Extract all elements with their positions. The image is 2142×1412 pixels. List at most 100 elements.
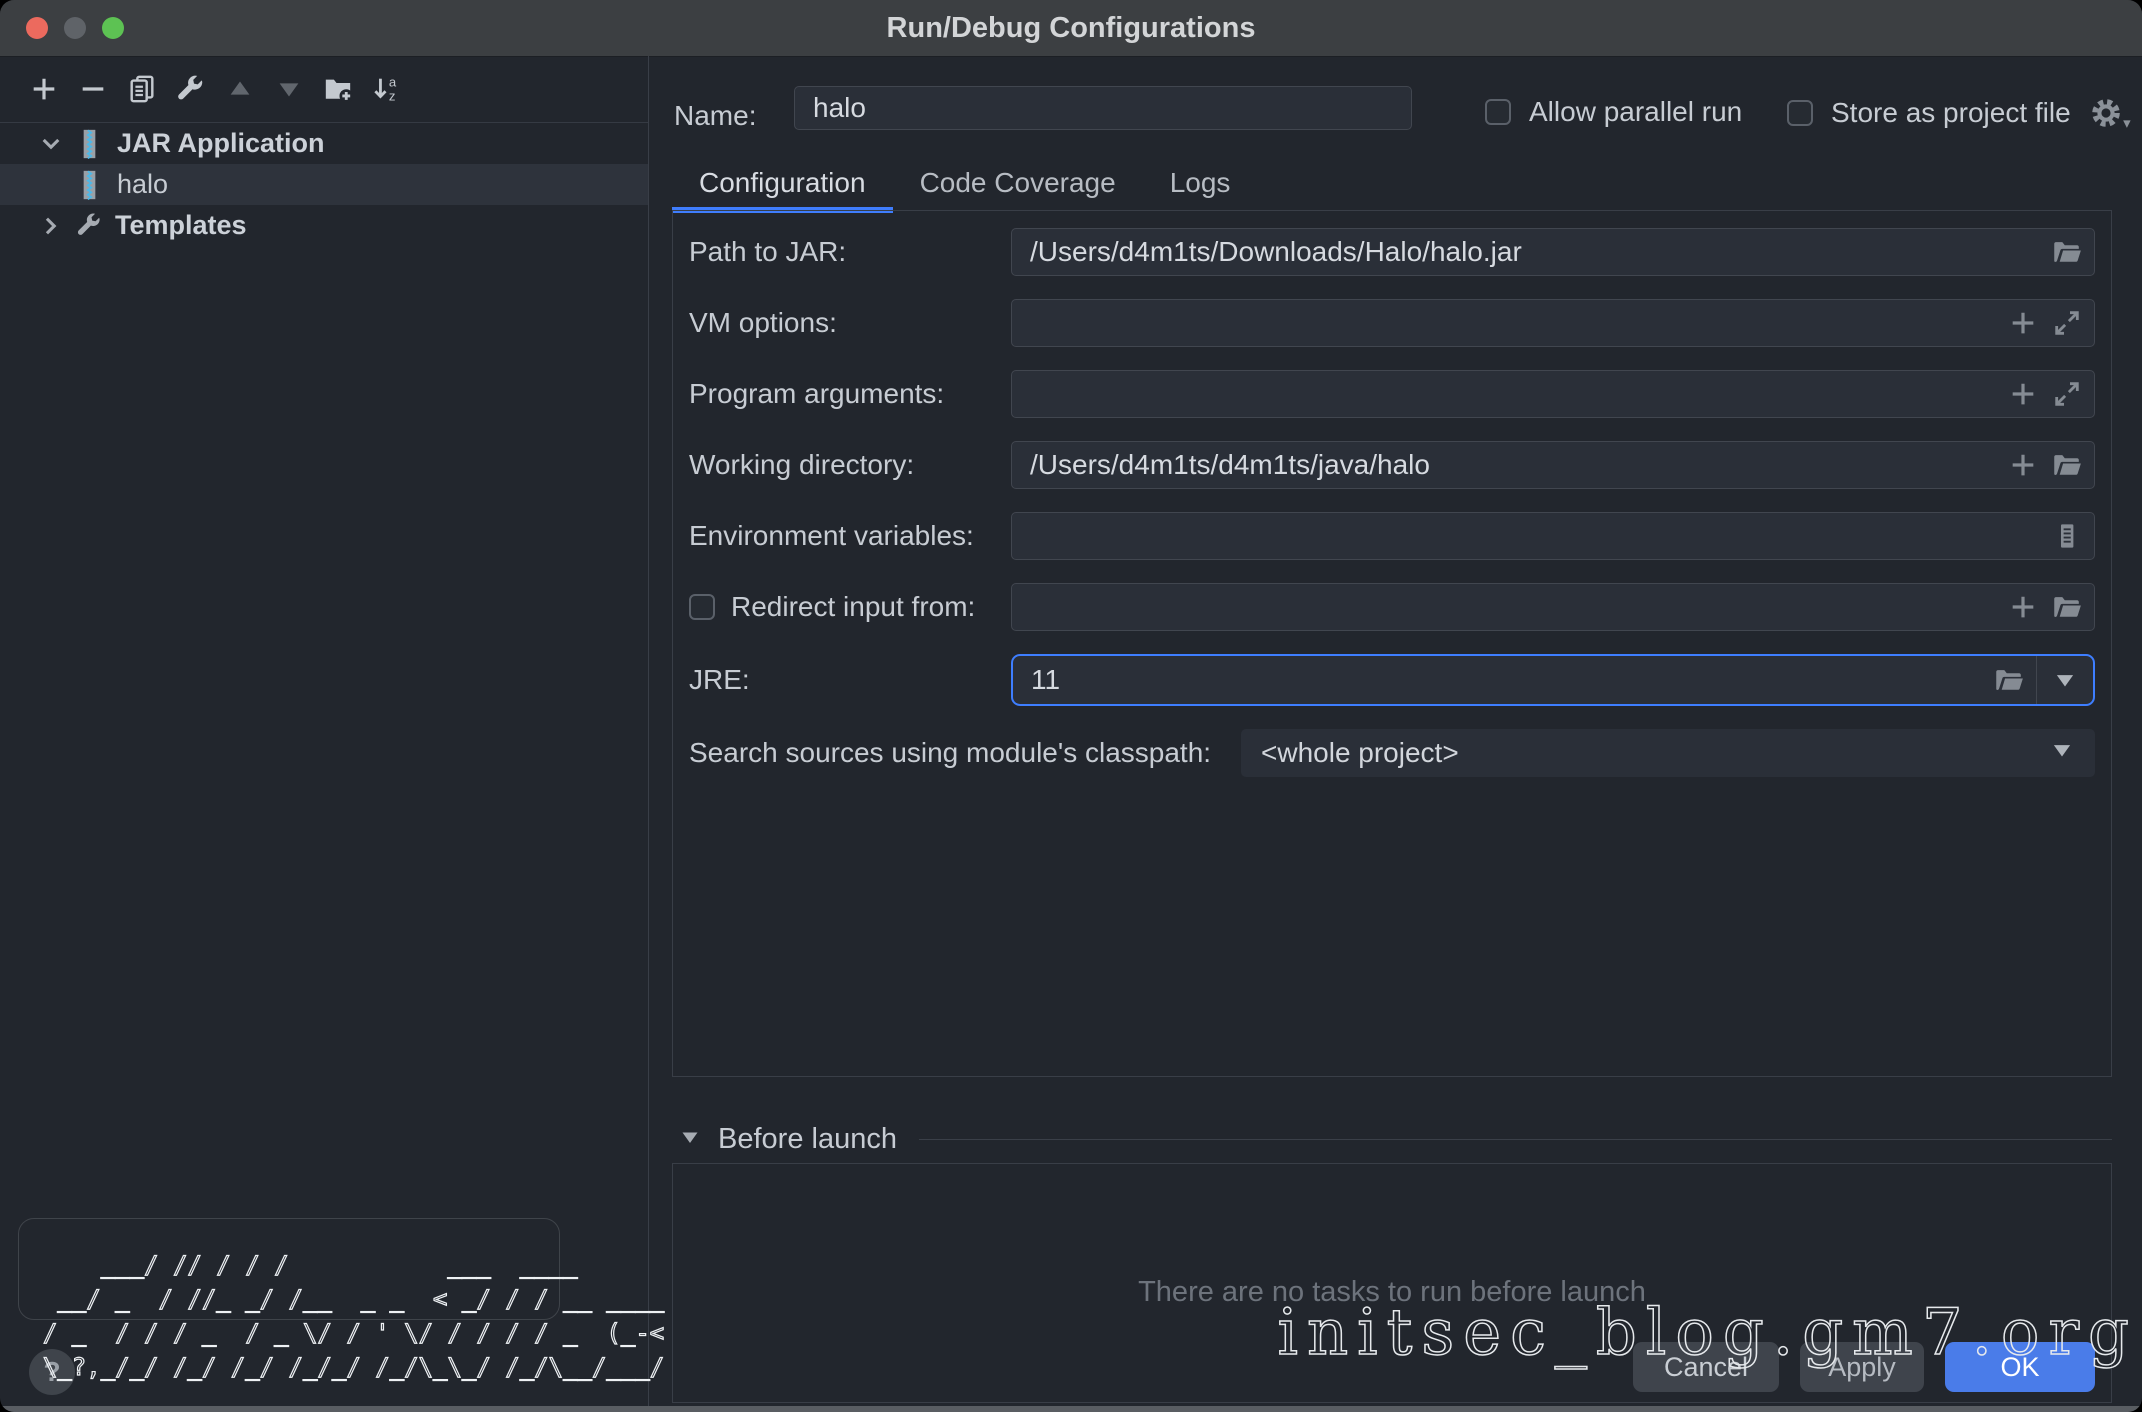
cancel-button[interactable]: Cancel (1633, 1342, 1779, 1392)
dialog-title: Run/Debug Configurations (887, 12, 1256, 45)
redirect-input-label: Redirect input from: (731, 591, 975, 623)
vm-options-row: VM options: (689, 299, 2095, 347)
search-sources-label: Search sources using module's classpath: (689, 737, 1241, 769)
jre-dropdown-arrow-icon[interactable] (2037, 656, 2093, 704)
zoom-window-button[interactable] (102, 17, 124, 39)
expand-editor-icon[interactable] (2052, 308, 2082, 338)
tab-logs[interactable]: Logs (1143, 155, 1258, 211)
before-launch-rule (919, 1139, 2112, 1140)
browse-list-icon[interactable] (2052, 521, 2082, 551)
apply-button[interactable]: Apply (1800, 1342, 1924, 1392)
configurations-sidebar: JAR Application halo Templates (0, 56, 649, 1412)
environment-variables-row: Environment variables: (689, 512, 2095, 560)
program-arguments-label: Program arguments: (689, 378, 1011, 410)
redirect-input-field (1011, 583, 2095, 631)
allow-parallel-run-checkbox[interactable] (1485, 99, 1511, 125)
redirect-input-label-group: Redirect input from: (689, 591, 1011, 623)
window-bottom-edge (0, 1406, 2142, 1412)
traffic-lights (26, 0, 124, 56)
jre-label: JRE: (689, 664, 1011, 696)
allow-parallel-run-row: Allow parallel run (1485, 96, 1742, 128)
browse-folder-icon[interactable] (2052, 592, 2082, 622)
tree-item-halo[interactable]: halo (0, 164, 648, 205)
working-directory-input[interactable] (1012, 449, 2008, 481)
no-tasks-message: There are no tasks to run before launch (1138, 1276, 1646, 1309)
browse-folder-icon[interactable] (1994, 665, 2024, 695)
run-debug-configurations-dialog: Run/Debug Configurations JAR Application… (0, 0, 2142, 1412)
store-as-project-file-checkbox[interactable] (1787, 100, 1813, 126)
store-as-project-file-label: Store as project file (1831, 97, 2071, 129)
vm-options-label: VM options: (689, 307, 1011, 339)
path-to-jar-label: Path to JAR: (689, 236, 1011, 268)
move-up-icon[interactable] (224, 73, 256, 105)
remove-configuration-icon[interactable] (77, 73, 109, 105)
copy-configuration-icon[interactable] (126, 73, 158, 105)
environment-variables-label: Environment variables: (689, 520, 1011, 552)
minimize-window-button[interactable] (64, 17, 86, 39)
program-arguments-input[interactable] (1012, 378, 2008, 410)
before-launch-header: Before launch (672, 1118, 2112, 1160)
chevron-down-icon[interactable] (38, 131, 64, 157)
jar-application-icon (76, 129, 103, 159)
browse-folder-icon[interactable] (2052, 450, 2082, 480)
redirect-input-checkbox[interactable] (689, 594, 715, 620)
tree-item-label: halo (117, 169, 168, 200)
allow-parallel-run-label: Allow parallel run (1529, 96, 1742, 128)
configurations-tree: JAR Application halo Templates (0, 122, 648, 246)
path-to-jar-input[interactable] (1012, 236, 2052, 268)
sidebar-toolbar (0, 56, 648, 122)
tree-group-jar-application[interactable]: JAR Application (0, 123, 648, 164)
vm-options-input[interactable] (1012, 307, 2008, 339)
title-bar: Run/Debug Configurations (0, 0, 2142, 57)
add-icon[interactable] (2008, 592, 2038, 622)
name-field-wrap (794, 86, 1412, 130)
tree-group-templates[interactable]: Templates (0, 205, 648, 246)
path-to-jar-field (1011, 228, 2095, 276)
close-window-button[interactable] (26, 17, 48, 39)
working-directory-row: Working directory: (689, 441, 2095, 489)
redirect-input-row: Redirect input from: (689, 583, 2095, 631)
browse-folder-icon[interactable] (2052, 237, 2082, 267)
configuration-editor: Name: Allow parallel run Store as projec… (648, 56, 2142, 1412)
ok-button[interactable]: OK (1945, 1342, 2095, 1392)
search-sources-select[interactable]: <whole project> (1241, 729, 2095, 777)
editor-tabs: Configuration Code Coverage Logs (672, 155, 1257, 211)
tab-code-coverage[interactable]: Code Coverage (893, 155, 1143, 211)
store-as-project-file-row: Store as project file ▾ (1787, 96, 2123, 130)
configuration-form-panel: Path to JAR: VM options: (672, 210, 2112, 1077)
working-directory-field (1011, 441, 2095, 489)
environment-variables-input[interactable] (1012, 520, 2052, 552)
before-launch-title: Before launch (718, 1123, 897, 1156)
edit-templates-icon[interactable] (175, 73, 207, 105)
tab-configuration[interactable]: Configuration (672, 155, 893, 211)
path-to-jar-row: Path to JAR: (689, 228, 2095, 276)
sort-configurations-icon[interactable] (371, 73, 403, 105)
redirect-input-input[interactable] (1012, 591, 2008, 623)
collapse-arrow-icon[interactable] (678, 1125, 702, 1154)
move-down-icon[interactable] (273, 73, 305, 105)
jar-application-icon (76, 170, 103, 200)
tree-templates-label: Templates (115, 210, 247, 241)
dropdown-arrow-icon (2049, 737, 2075, 770)
expand-editor-icon[interactable] (2052, 379, 2082, 409)
search-sources-value: <whole project> (1261, 737, 1459, 769)
vm-options-field (1011, 299, 2095, 347)
jre-row: JRE: (689, 654, 2095, 706)
add-icon[interactable] (2008, 379, 2038, 409)
new-folder-icon[interactable] (322, 73, 354, 105)
help-button[interactable]: ? (29, 1349, 75, 1395)
add-configuration-icon[interactable] (28, 73, 60, 105)
name-label: Name: (674, 100, 756, 132)
add-icon[interactable] (2008, 308, 2038, 338)
search-sources-row: Search sources using module's classpath:… (689, 729, 2095, 777)
add-icon[interactable] (2008, 450, 2038, 480)
program-arguments-row: Program arguments: (689, 370, 2095, 418)
wrench-icon (76, 212, 103, 239)
working-directory-label: Working directory: (689, 449, 1011, 481)
jre-input[interactable] (1013, 664, 1994, 696)
store-options-gear-icon[interactable]: ▾ (2089, 96, 2123, 130)
name-input[interactable] (795, 92, 1411, 124)
chevron-right-icon[interactable] (38, 213, 64, 239)
tree-group-label: JAR Application (117, 128, 325, 159)
environment-variables-field (1011, 512, 2095, 560)
